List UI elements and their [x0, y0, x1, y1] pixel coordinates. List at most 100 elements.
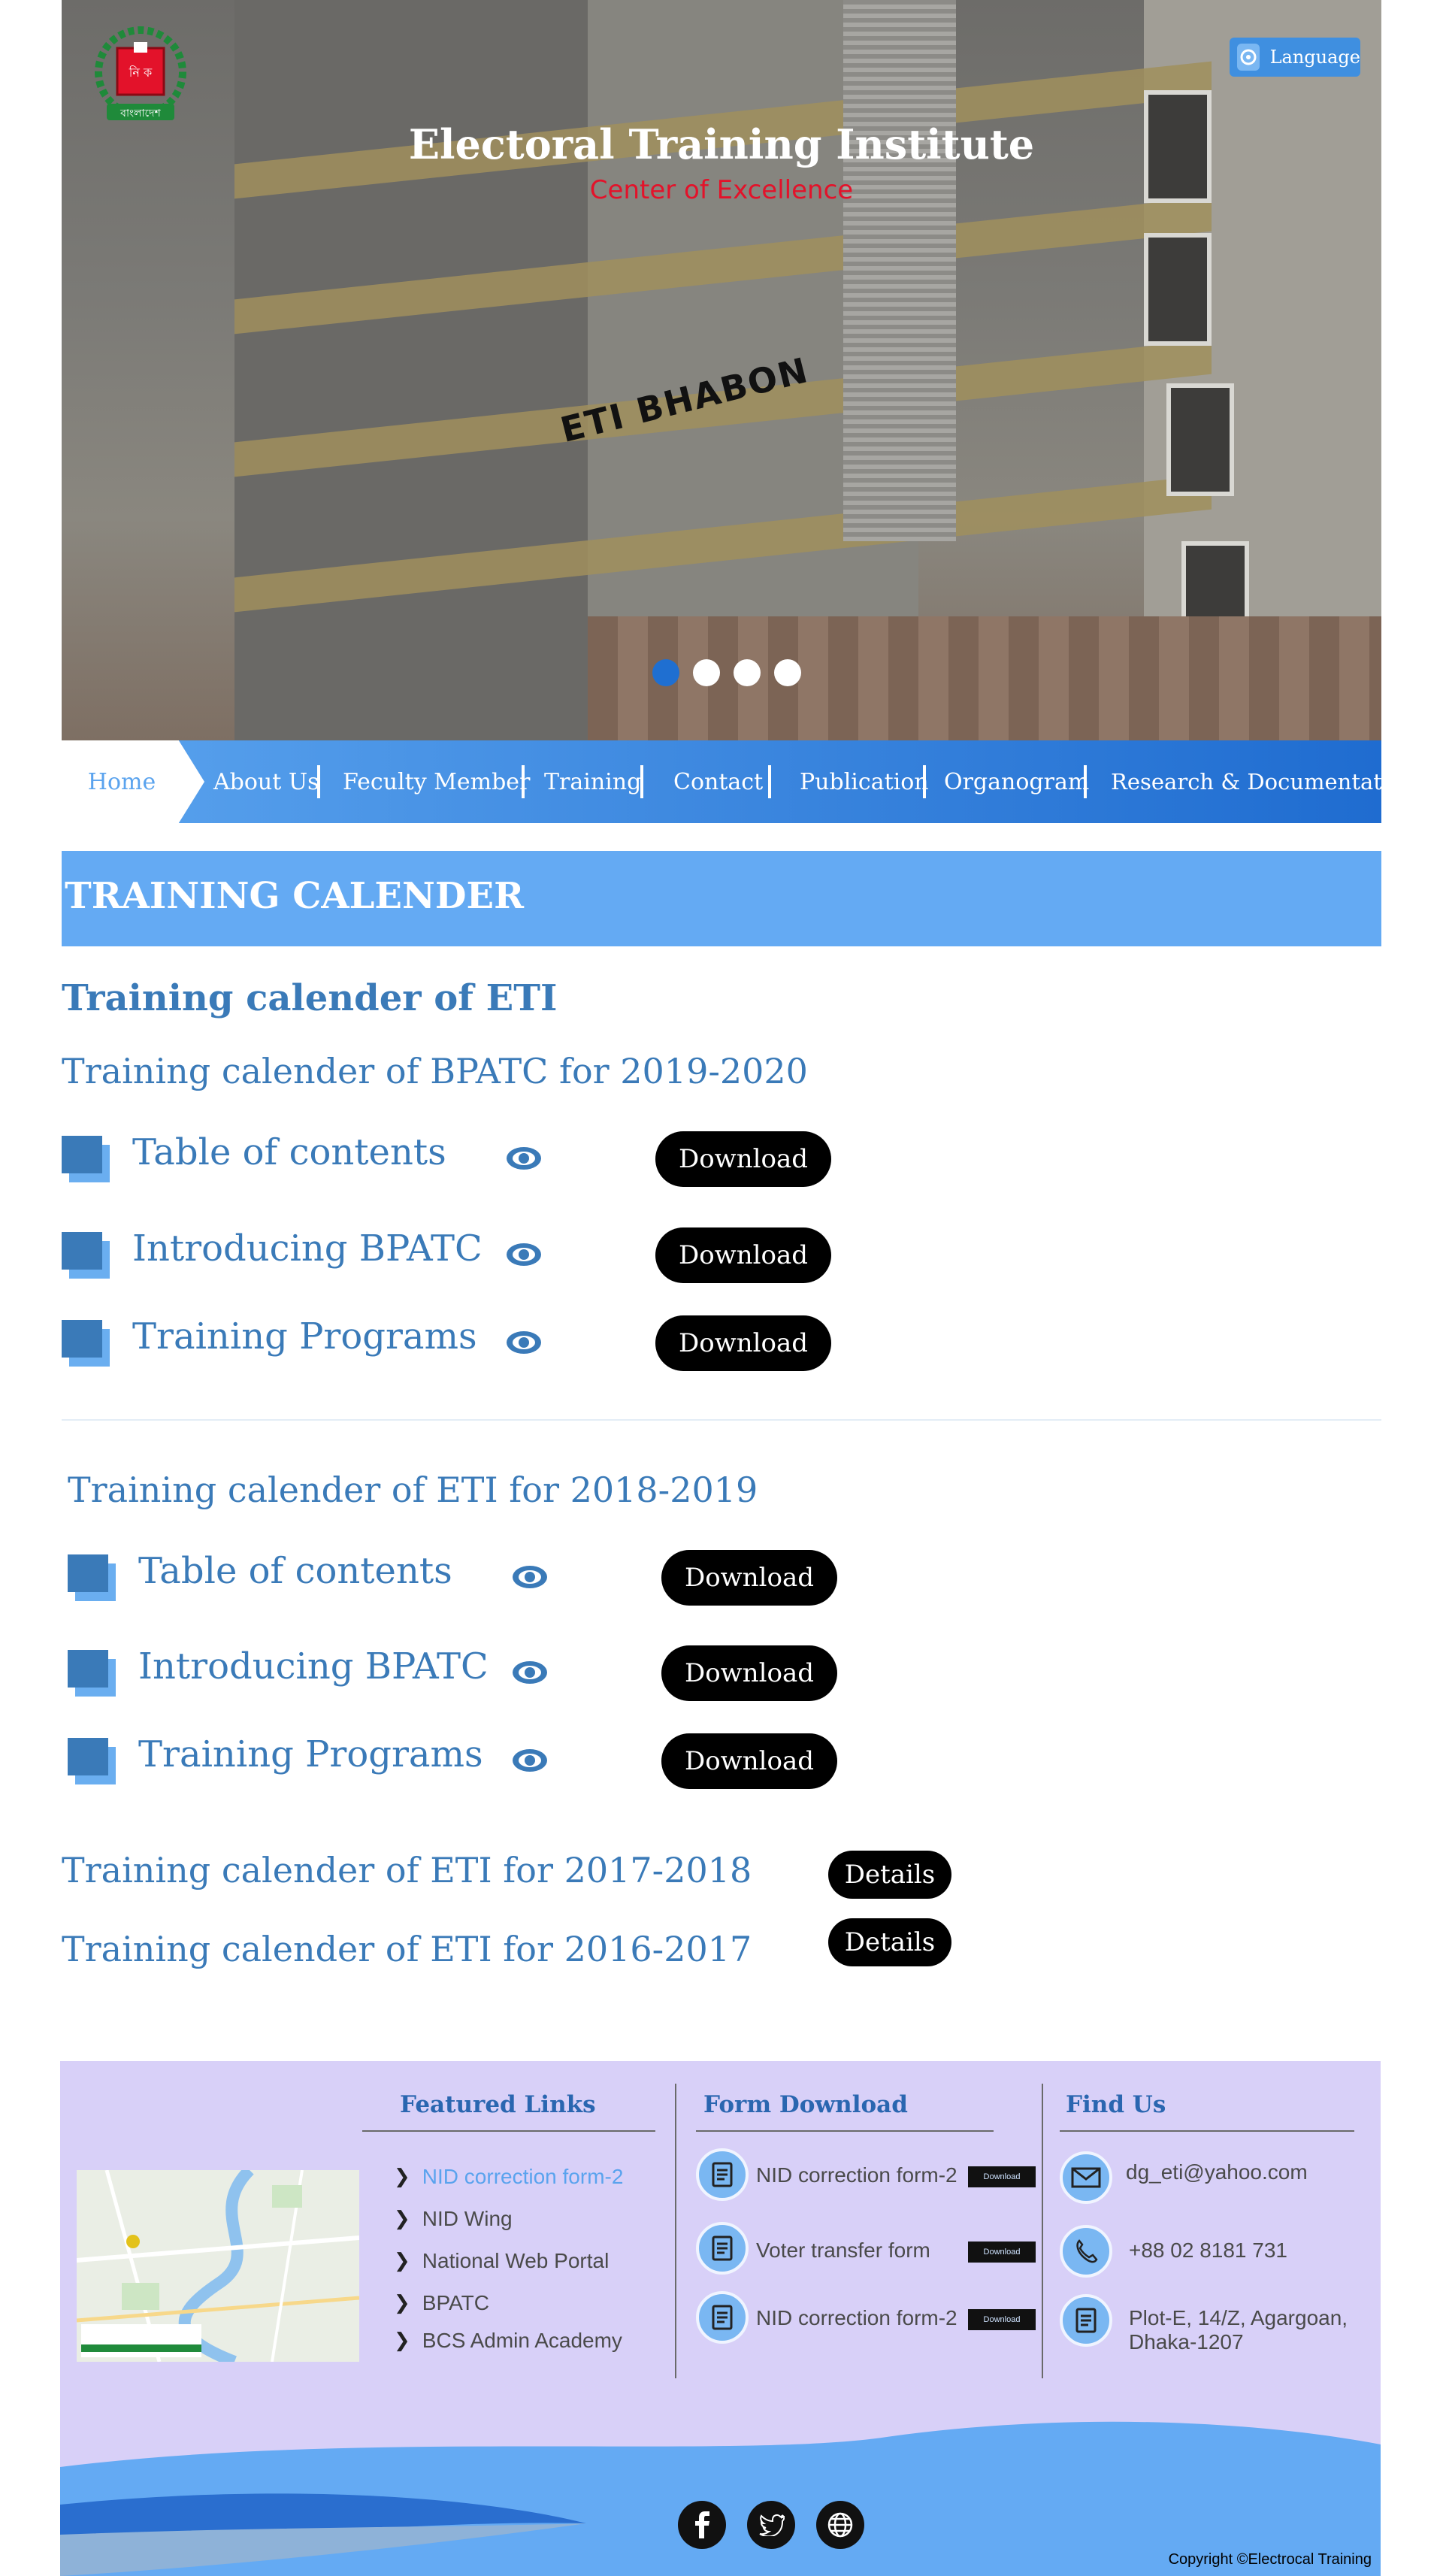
item-label: Training Programs	[138, 1733, 483, 1775]
form-label: NID correction form-2	[756, 2306, 957, 2329]
facebook-icon[interactable]	[678, 2501, 726, 2549]
site-title: Electoral Training Institute	[408, 120, 1035, 168]
nav-training[interactable]: Training	[544, 740, 641, 823]
slider-dot-1[interactable]	[652, 659, 679, 686]
featured-link[interactable]: ❯ NID Wing	[394, 2207, 513, 2231]
copyright-text: Copyright ©Electrocal Training	[1168, 2551, 1372, 2568]
nav-separator	[522, 765, 525, 798]
form-download-button[interactable]: Download	[968, 2166, 1036, 2187]
find-us-title: Find Us	[1066, 2091, 1166, 2118]
page-banner: TRAINING CALENDER	[62, 851, 1381, 946]
item-label: Table of contents	[132, 1131, 446, 1173]
section-title-bpatc-2019: Training calender of BPATC for 2019-2020	[62, 1051, 808, 1091]
hero-building-left	[234, 0, 625, 740]
svg-text:বাংলাদেশ: বাংলাদেশ	[119, 107, 161, 120]
document-icon	[696, 2222, 749, 2275]
eye-icon[interactable]	[511, 1747, 549, 1774]
twitter-icon[interactable]	[747, 2501, 795, 2549]
download-button[interactable]: Download	[661, 1733, 837, 1789]
section-title-eti-2018: Training calender of ETI for 2018-2019	[68, 1470, 758, 1510]
document-icon	[696, 2148, 749, 2201]
mail-icon	[1060, 2151, 1112, 2204]
eye-icon[interactable]	[511, 1563, 549, 1591]
details-button[interactable]: Details	[828, 1851, 951, 1899]
eye-icon[interactable]	[505, 1241, 543, 1268]
featured-link[interactable]: ❯ National Web Portal	[394, 2249, 609, 2273]
contact-phone[interactable]: +88 02 8181 731	[1129, 2238, 1287, 2263]
hero-banner: ETI BHABON বাংলাদেশ নি ক Electoral Train…	[62, 0, 1381, 740]
eye-icon[interactable]	[505, 1145, 543, 1172]
list-item: Training Programs Download	[68, 1733, 894, 1794]
map-image	[77, 2170, 359, 2362]
language-label: Language	[1269, 47, 1360, 68]
form-label: Voter transfer form	[756, 2238, 930, 2262]
form-download-title: Form Download	[703, 2091, 908, 2118]
nav-separator	[640, 765, 643, 798]
nav-feculty-member[interactable]: Feculty Member	[343, 740, 530, 823]
nav-contact[interactable]: Contact	[673, 740, 763, 823]
document-icon	[696, 2291, 749, 2344]
chevron-right-icon: ❯	[394, 2208, 410, 2230]
eye-icon[interactable]	[505, 1329, 543, 1356]
list-item: Training Programs Download	[62, 1315, 888, 1376]
featured-link[interactable]: ❯ BCS Admin Academy	[394, 2329, 622, 2353]
language-button[interactable]: Language	[1230, 38, 1360, 77]
eye-icon[interactable]	[511, 1659, 549, 1686]
form-download-button[interactable]: Download	[968, 2242, 1036, 2263]
chevron-right-icon: ❯	[394, 2292, 410, 2314]
section-heading: Training calender of ETI	[62, 977, 558, 1019]
location-map[interactable]	[77, 2170, 359, 2362]
document-icon	[1060, 2294, 1112, 2347]
item-label: Introducing BPATC	[138, 1645, 489, 1688]
nav-separator	[317, 765, 320, 798]
phone-icon	[1060, 2225, 1112, 2278]
nav-research-documentation[interactable]: Research & Documentation	[1111, 740, 1416, 823]
download-button[interactable]: Download	[661, 1550, 837, 1606]
nav-separator	[768, 765, 771, 798]
translate-icon	[1237, 44, 1260, 71]
ec-logo-icon: বাংলাদেশ নি ক	[95, 26, 186, 120]
details-button[interactable]: Details	[828, 1918, 951, 1966]
nav-separator	[1084, 765, 1087, 798]
hero-window	[1144, 233, 1212, 346]
nav-home[interactable]: Home	[62, 740, 204, 823]
nav-publication[interactable]: Publication	[800, 740, 929, 823]
download-button[interactable]: Download	[655, 1131, 831, 1187]
footer: Featured Links ❯ NID correction form-2 ❯ N…	[60, 2061, 1381, 2576]
page-title: TRAINING CALENDER	[65, 875, 524, 917]
list-item: Introducing BPATC Download	[68, 1645, 894, 1706]
chevron-right-icon: ❯	[394, 2166, 410, 2188]
nav-separator	[923, 765, 926, 798]
section-divider	[62, 1419, 1381, 1421]
globe-icon[interactable]	[816, 2501, 864, 2549]
hero-window	[1166, 383, 1234, 496]
download-button[interactable]: Download	[655, 1315, 831, 1371]
site-subtitle: Center of Excellence	[589, 175, 854, 205]
slider-dot-4[interactable]	[774, 659, 801, 686]
main-nav: Home About Us Feculty Member Training Co…	[62, 740, 1416, 823]
contact-email[interactable]: dg_eti@yahoo.com	[1126, 2160, 1308, 2184]
featured-link[interactable]: ❯ NID correction form-2	[394, 2165, 623, 2189]
slider-dot-2[interactable]	[693, 659, 720, 686]
list-item: Table of contents Download	[62, 1131, 888, 1191]
square-bullet-icon	[62, 1320, 110, 1367]
featured-links-title: Featured Links	[400, 2091, 596, 2118]
square-bullet-icon	[62, 1232, 110, 1279]
slider-dots	[652, 659, 801, 686]
download-button[interactable]: Download	[661, 1645, 837, 1701]
form-label: NID correction form-2	[756, 2163, 957, 2187]
item-label: Introducing BPATC	[132, 1227, 483, 1270]
column-divider	[1042, 2084, 1043, 2378]
contact-address-line1: Plot-E, 14/Z, Agargoan,	[1129, 2306, 1348, 2329]
nav-organogram[interactable]: Organogram	[944, 740, 1089, 823]
square-bullet-icon	[68, 1554, 116, 1601]
section-title-eti-2016: Training calender of ETI for 2016-2017	[62, 1929, 752, 1969]
download-button[interactable]: Download	[655, 1227, 831, 1283]
featured-link[interactable]: ❯ BPATC	[394, 2291, 489, 2315]
column-divider	[675, 2084, 676, 2378]
nav-about-us[interactable]: About Us	[213, 740, 319, 823]
slider-dot-3[interactable]	[734, 659, 761, 686]
form-download-button[interactable]: Download	[968, 2309, 1036, 2330]
item-label: Training Programs	[132, 1315, 477, 1358]
column-underline	[1060, 2130, 1354, 2132]
